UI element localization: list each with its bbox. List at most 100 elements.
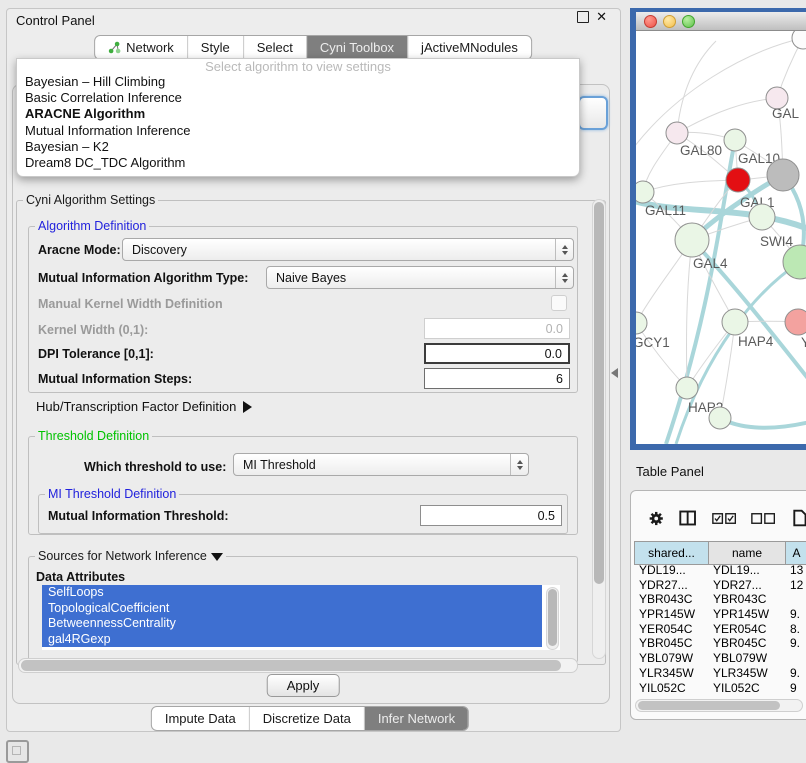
algorithm-option-mutual-information-inference[interactable]: Mutual Information Inference [17,123,579,139]
chevron-down-icon [211,553,223,561]
dpi-tolerance-field[interactable]: 0.0 [424,343,570,364]
column-header-name[interactable]: name [708,542,785,564]
network-node-swi4[interactable] [749,204,775,230]
network-edge[interactable] [677,98,777,133]
tab-discretize-data[interactable]: Discretize Data [250,707,365,730]
table-cell: YIL052C [708,681,785,696]
network-graph[interactable]: GALGAL80GAL10GAL1GAL11SWI4GAL4GCY1HAP4YH… [636,31,806,444]
hub-factor-expander[interactable]: Hub/Transcription Factor Definition [36,399,252,414]
table-row[interactable]: YBR045CYBR045C9. [634,636,806,651]
algorithm-option-basic-correlation-inference[interactable]: Basic Correlation Inference [17,90,579,106]
kernel-width-field[interactable]: 0.0 [424,318,570,339]
sources-legend[interactable]: Sources for Network Inference [35,549,226,563]
network-node-hap2[interactable] [676,377,698,399]
close-traffic-light-icon[interactable] [644,15,657,28]
apply-button[interactable]: Apply [267,674,340,697]
settings-horizontal-scrollbar[interactable] [18,658,578,673]
network-canvas[interactable]: GALGAL80GAL10GAL1GAL11SWI4GAL4GCY1HAP4YH… [636,31,806,444]
settings-vertical-scrollbar[interactable] [592,199,606,659]
network-node-gal4[interactable] [675,223,709,257]
dpi-tolerance-label: DPI Tolerance [0,1]: [38,347,154,361]
algorithm-option-bayesian-hill-climbing[interactable]: Bayesian – Hill Climbing [17,74,579,90]
algorithm-option-dream8-dc-tdc-algorithm[interactable]: Dream8 DC_TDC Algorithm [17,155,579,171]
settings-horizontal-scrollbar-thumb[interactable] [21,660,561,671]
cyni-bottom-tabs: Impute DataDiscretize DataInfer Network [151,706,469,731]
tab-style[interactable]: Style [188,36,244,59]
manual-kernel-width-checkbox[interactable] [551,295,567,311]
panel-splitter-collapse-icon[interactable] [611,368,618,378]
attribute-item[interactable]: gal4RGexp [42,632,542,648]
network-node-gal80[interactable] [666,122,688,144]
column-header-shared-[interactable]: shared... [634,542,708,564]
table-rows: YDL19...YDL19...13YDR27...YDR27...12YBR0… [634,563,806,695]
close-icon[interactable]: ✕ [596,12,607,22]
network-edge[interactable] [666,140,735,444]
network-node[interactable] [767,159,799,191]
table-cell: YDR27... [634,578,708,593]
network-edge[interactable] [677,41,716,133]
network-node-gal11[interactable] [636,181,654,203]
tab-cyni-toolbox[interactable]: Cyni Toolbox [307,36,408,59]
attribute-list-scrollbar-thumb[interactable] [548,589,557,646]
gear-icon[interactable] [648,509,664,528]
deselect-checkboxes-icon[interactable] [751,512,775,525]
control-panel-title: Control Panel [16,13,95,28]
zoom-traffic-light-icon[interactable] [682,15,695,28]
network-edge[interactable] [643,180,738,192]
attribute-item[interactable]: BetweennessCentrality [42,616,542,632]
algorithm-dropdown-prompt: Select algorithm to view settings [17,59,579,74]
tab-impute-data[interactable]: Impute Data [152,707,250,730]
table-horizontal-scrollbar[interactable] [635,699,803,712]
tab-infer-network[interactable]: Infer Network [365,707,468,730]
network-node[interactable] [792,31,806,49]
attribute-item[interactable]: TopologicalCoefficient [42,601,542,617]
minimize-traffic-light-icon[interactable] [663,15,676,28]
select-checkboxes-icon[interactable] [712,512,736,525]
attribute-item[interactable]: SelfLoops [42,585,542,601]
algorithm-option-aracne-algorithm[interactable]: ARACNE Algorithm [17,106,579,122]
settings-vertical-scrollbar-thumb[interactable] [594,202,604,584]
table-panel-window: shared...nameA YDL19...YDL19...13YDR27..… [630,490,806,720]
node-label: GAL80 [680,143,722,158]
mi-algorithm-type-select[interactable]: Naive Bayes [266,266,574,289]
network-node-gal1[interactable] [726,168,750,192]
table-row[interactable]: YER054CYER054C8. [634,622,806,637]
network-node-gcy1[interactable] [636,312,647,334]
node-label: GAL4 [693,256,728,271]
network-node[interactable] [709,407,731,429]
algorithm-option-bayesian-k2[interactable]: Bayesian – K2 [17,139,579,155]
float-window-icon[interactable] [577,11,589,23]
table-row[interactable]: YBR043CYBR043C [634,592,806,607]
window-grip-icon[interactable] [6,740,29,763]
inference-algorithm-combo-fragment[interactable] [578,96,608,130]
node-label: GAL11 [645,203,686,218]
table-row[interactable]: YIL052CYIL052C9 [634,681,806,696]
tab-select[interactable]: Select [244,36,307,59]
network-node-hap4[interactable] [722,309,748,335]
aracne-mode-select[interactable]: Discovery [122,238,574,261]
network-edge[interactable] [720,418,806,428]
network-window-titlebar[interactable] [636,12,806,31]
node-label: GCY1 [636,335,670,350]
table-cell: YER054C [634,622,708,637]
tab-network[interactable]: Network [95,36,188,59]
split-columns-icon[interactable] [679,509,696,527]
tab-jactivemnodules[interactable]: jActiveMNodules [408,36,531,59]
column-header-a[interactable]: A [785,542,806,564]
mi-steps-field[interactable]: 6 [424,368,570,389]
mi-threshold-field[interactable]: 0.5 [420,505,562,526]
network-edge[interactable] [636,323,687,388]
data-attributes-list[interactable]: SelfLoopsTopologicalCoefficientBetweenne… [42,585,560,650]
which-threshold-select[interactable]: MI Threshold [233,453,529,476]
table-horizontal-scrollbar-thumb[interactable] [638,701,780,710]
attribute-list-scrollbar[interactable] [546,587,559,650]
page-icon[interactable] [793,508,806,528]
table-row[interactable]: YBL079WYBL079W [634,651,806,666]
table-row[interactable]: YDR27...YDR27...12 [634,578,806,593]
table-row[interactable]: YPR145WYPR145W9. [634,607,806,622]
network-node[interactable] [783,245,806,279]
table-row[interactable]: YLR345WYLR345W9. [634,666,806,681]
table-row[interactable]: YDL19...YDL19...13 [634,563,806,578]
network-node-y[interactable] [785,309,806,335]
network-node-gal10[interactable] [724,129,746,151]
